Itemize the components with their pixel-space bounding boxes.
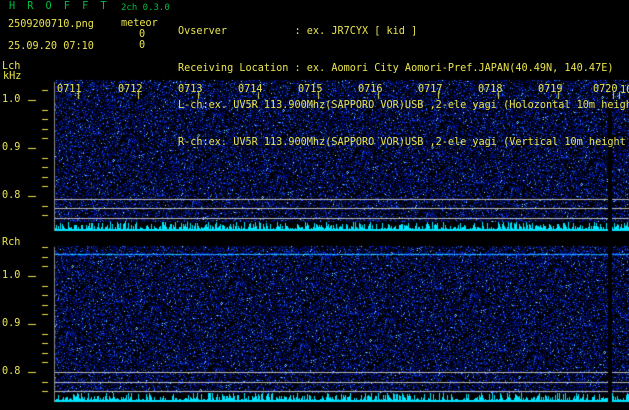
- capture-filename: 2509200710.png: [8, 19, 94, 30]
- time-label: 0718: [478, 84, 503, 95]
- freq-tick-label: 0.8: [2, 366, 21, 377]
- freq-tick-label: 0.9: [2, 142, 21, 153]
- freq-tick-label: 1.0: [2, 270, 21, 281]
- time-label: 0717: [418, 84, 443, 95]
- rch-setup-line: R-ch:ex. UV5R 113.900Mhz(SAPPORO VOR)USB…: [178, 137, 629, 148]
- meteor-count-r: 0: [139, 40, 146, 51]
- freq-tick-label: 1.0: [2, 94, 21, 105]
- time-label: 0719: [538, 84, 563, 95]
- strip-time-label: 10: [620, 85, 629, 96]
- rch-panel-label: Rch: [2, 237, 21, 248]
- freq-tick-label: 0.8: [2, 190, 21, 201]
- time-label: 0716: [358, 84, 383, 95]
- location-line: Receiving Location : ex. Aomori City Aom…: [178, 63, 614, 74]
- freq-unit-label: kHz: [3, 71, 22, 82]
- time-label: 0713: [178, 84, 203, 95]
- capture-datetime: 25.09.20 07:10: [8, 41, 94, 52]
- time-label: 0711: [57, 84, 82, 95]
- time-label: 0715: [298, 84, 323, 95]
- freq-tick-label: 0.9: [2, 318, 21, 329]
- time-label: 0714: [238, 84, 263, 95]
- time-label: 0720: [593, 84, 618, 95]
- app-version: 2ch 0.3.0: [121, 3, 170, 13]
- time-label: 0712: [118, 84, 143, 95]
- observer-line: Ovserver : ex. JR7CYX [ kid ]: [178, 26, 418, 37]
- hrofft-window: H R O F F T 2ch 0.3.0 2509200710.png met…: [0, 0, 629, 410]
- lch-setup-line: L-ch:ex. UV5R 113.900Mhz(SAPPORO VOR)USB…: [178, 100, 629, 111]
- app-title: H R O F F T: [9, 1, 110, 12]
